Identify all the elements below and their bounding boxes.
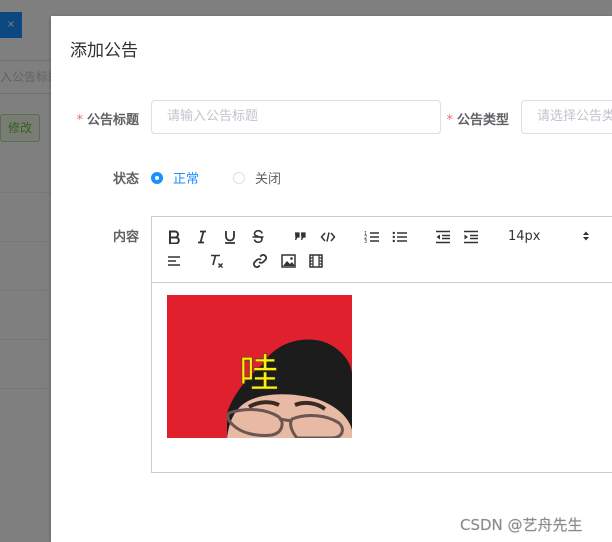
content-label: 内容 (112, 230, 139, 245)
status-radio-closed[interactable]: 关闭 (233, 168, 281, 187)
required-mark: * (446, 113, 453, 128)
indent-icon[interactable] (462, 228, 480, 246)
image-icon[interactable] (279, 252, 297, 270)
status-radio-normal[interactable]: 正常 (151, 168, 199, 187)
bullet-list-icon[interactable] (391, 228, 409, 246)
italic-icon[interactable] (193, 228, 211, 246)
title-label-text: 公告标题 (86, 113, 139, 128)
type-label: * 公告类型 (441, 109, 509, 128)
link-icon[interactable] (251, 252, 269, 270)
status-label: 状态 (112, 172, 139, 187)
ordered-list-icon[interactable]: 123 (363, 228, 381, 246)
code-block-icon[interactable] (319, 228, 337, 246)
notice-type-select[interactable]: 请选择公告类型 (521, 100, 612, 134)
radio-checked-icon (151, 171, 163, 184)
inserted-image[interactable]: 哇 (167, 295, 352, 438)
font-size-select[interactable]: 14px (508, 229, 541, 244)
radio-label: 关闭 (255, 172, 282, 187)
required-mark: * (76, 113, 83, 128)
align-icon[interactable] (165, 252, 183, 270)
csdn-watermark: CSDN @艺舟先生 (460, 516, 583, 534)
rich-text-editor: 123 14px 哇 (151, 216, 612, 473)
editor-toolbar: 123 14px (152, 217, 612, 283)
bold-icon[interactable] (165, 228, 183, 246)
radio-label: 正常 (173, 172, 200, 187)
notice-title-input[interactable]: 请输入公告标题 (151, 100, 441, 134)
clean-icon[interactable] (208, 252, 226, 270)
blockquote-icon[interactable] (291, 228, 309, 246)
radio-unchecked-icon (233, 171, 245, 184)
dialog-title: 添加公告 (70, 41, 138, 61)
svg-text:3: 3 (364, 239, 367, 244)
strike-icon[interactable] (249, 228, 267, 246)
type-label-text: 公告类型 (456, 113, 509, 128)
outdent-icon[interactable] (434, 228, 452, 246)
title-label: * 公告标题 (71, 109, 139, 128)
underline-icon[interactable] (221, 228, 239, 246)
add-notice-dialog: 添加公告 *公告标题 请输入公告标题 *公告类型 请选择公告类型 状态 正常 关… (51, 16, 612, 542)
video-icon[interactable] (307, 252, 325, 270)
font-size-caret-icon[interactable] (582, 230, 590, 246)
image-caption-text: 哇 (239, 351, 279, 397)
